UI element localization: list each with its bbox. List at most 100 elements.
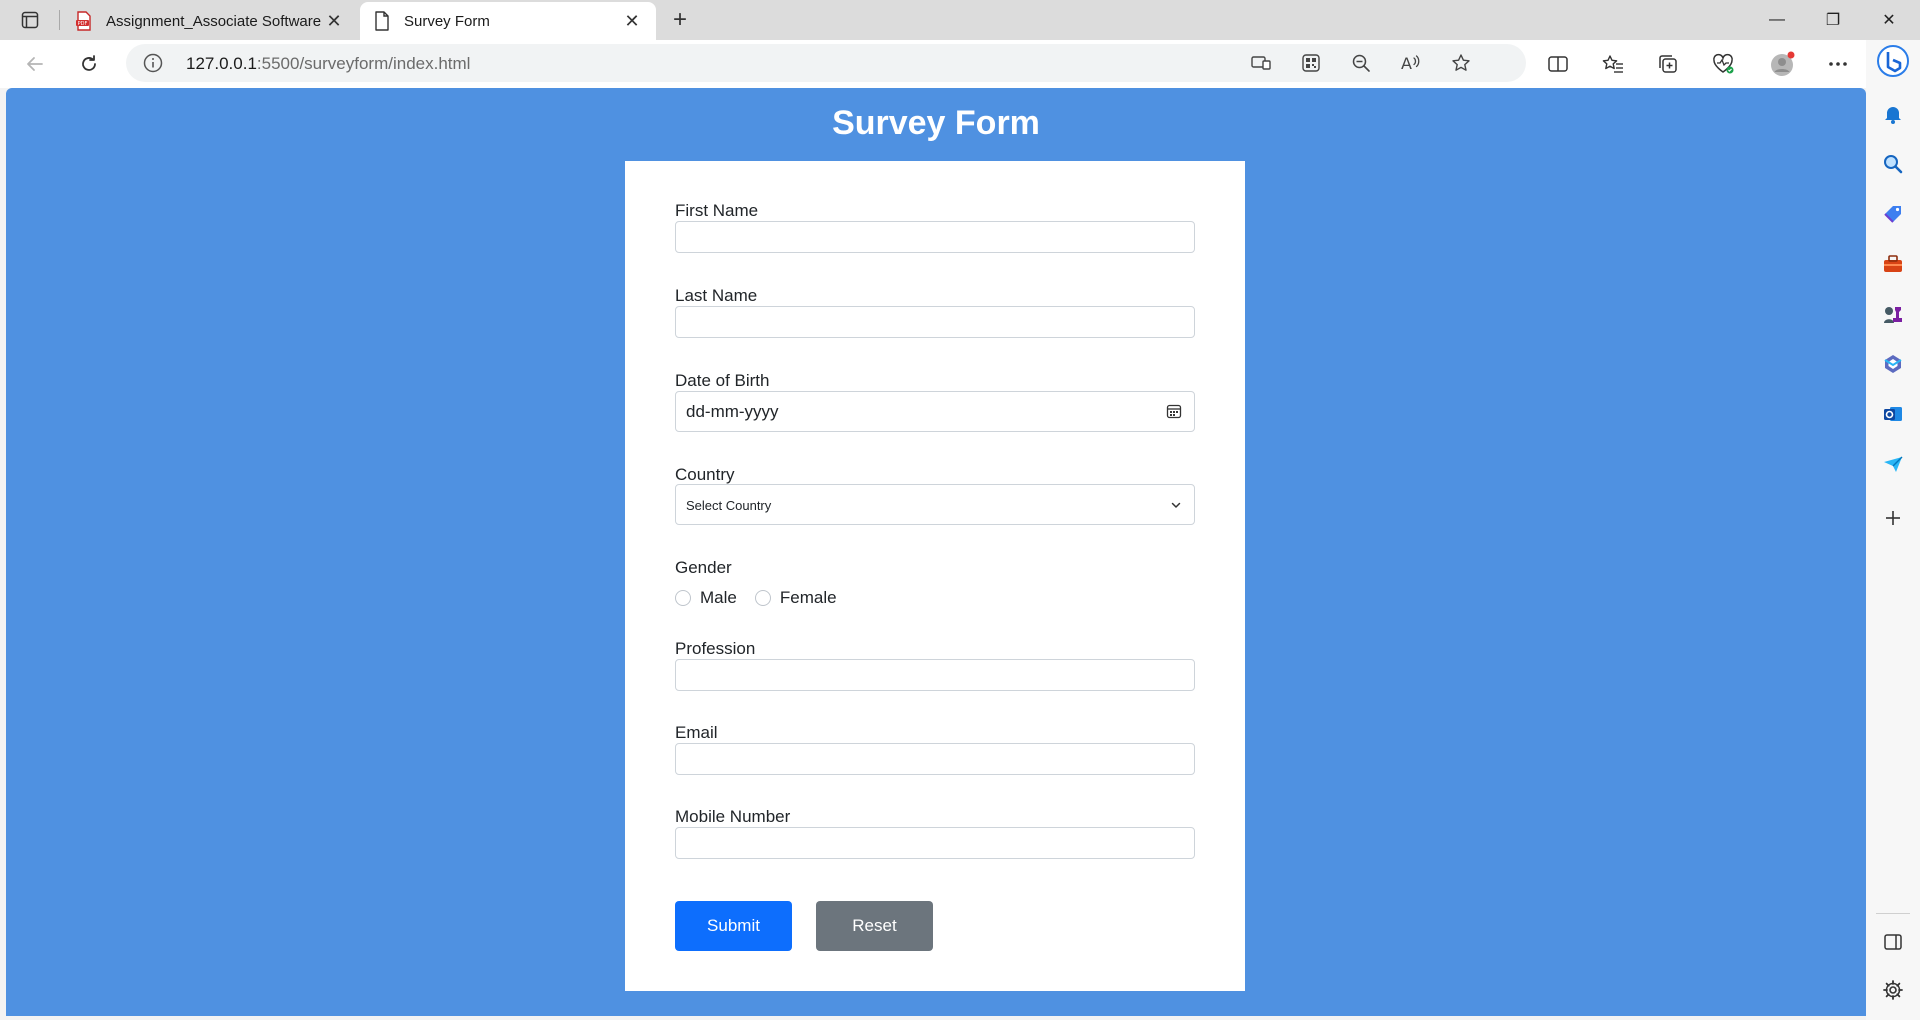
page-title: Survey Form (832, 104, 1040, 142)
read-aloud-icon[interactable]: A (1398, 51, 1424, 75)
sidebar-separator (1876, 913, 1910, 914)
browser-toolbar: 127.0.0.1:5500/surveyform/index.html A (0, 40, 1920, 88)
customize-sidebar-button[interactable] (1879, 504, 1907, 532)
back-arrow-icon (27, 57, 43, 71)
profile-button[interactable] (1766, 48, 1800, 80)
url-host: 127.0.0.1 (186, 54, 257, 73)
gear-icon (1883, 980, 1903, 1000)
microsoft-365-button[interactable] (1879, 350, 1907, 378)
copilot-button[interactable] (1876, 44, 1910, 78)
email-label: Email (675, 723, 718, 742)
drop-button[interactable] (1879, 450, 1907, 478)
tools-button[interactable] (1879, 250, 1907, 278)
edge-sidebar (1866, 40, 1920, 1020)
tab-actions-icon (21, 11, 39, 29)
gender-radio-male[interactable] (675, 590, 691, 606)
dob-placeholder: dd-mm-yyyy (686, 402, 779, 421)
reset-button[interactable]: Reset (816, 901, 933, 951)
mobile-number-input[interactable] (675, 827, 1195, 859)
page-icon (372, 11, 392, 31)
restore-button[interactable]: ❐ (1806, 0, 1860, 40)
split-screen-icon (1548, 56, 1568, 72)
tag-icon (1884, 206, 1901, 223)
plus-icon (1886, 511, 1900, 525)
sidebar-settings-button[interactable] (1879, 976, 1907, 1004)
split-screen-button[interactable] (1541, 48, 1575, 80)
submit-button[interactable]: Submit (675, 901, 792, 951)
minimize-button[interactable]: — (1750, 0, 1804, 40)
gender-options: Male Female (675, 588, 855, 608)
search-icon (1884, 155, 1903, 174)
first-name-input[interactable] (675, 221, 1195, 253)
app-available-icon[interactable] (1248, 51, 1274, 75)
games-button[interactable] (1879, 300, 1907, 328)
survey-form-card: First Name Last Name Date of Birth dd-mm… (625, 161, 1245, 991)
tab-assignment-pdf[interactable]: PDF Assignment_Associate Software E ✕ (62, 2, 358, 40)
refresh-button[interactable] (72, 48, 106, 80)
bell-icon (1885, 107, 1901, 124)
new-tab-button[interactable]: + (664, 6, 696, 34)
toolbox-icon (1884, 255, 1902, 272)
notifications-button[interactable] (1879, 100, 1907, 128)
page-viewport: Survey Form First Name Last Name Date of… (6, 88, 1866, 1016)
settings-and-more-button[interactable] (1821, 48, 1855, 80)
chess-piece-icon (1884, 307, 1902, 323)
heart-pulse-icon (1713, 53, 1734, 74)
calendar-icon[interactable] (1166, 403, 1182, 419)
collections-button[interactable] (1651, 48, 1685, 80)
chevron-down-icon (1171, 502, 1181, 508)
profession-label: Profession (675, 639, 756, 658)
last-name-input[interactable] (675, 306, 1195, 338)
gender-radio-female[interactable] (754, 590, 771, 606)
hide-sidebar-button[interactable] (1879, 928, 1907, 956)
sidebar-panel-icon (1884, 934, 1902, 950)
favorites-icon (1602, 55, 1623, 73)
more-dots-icon (1829, 62, 1847, 66)
window-close-button[interactable]: ✕ (1862, 0, 1916, 40)
dob-input[interactable]: dd-mm-yyyy (675, 391, 1195, 432)
first-name-label: First Name (675, 201, 759, 220)
back-button[interactable] (18, 48, 52, 80)
qr-code-icon[interactable] (1298, 51, 1324, 75)
url-path: :5500/surveyform/index.html (256, 54, 471, 73)
outlook-button[interactable] (1879, 400, 1907, 428)
favorites-button[interactable] (1596, 48, 1630, 80)
country-selected-value: Select Country (686, 498, 772, 513)
svg-text:PDF: PDF (78, 21, 88, 27)
refresh-icon (82, 55, 96, 71)
zoom-out-icon[interactable] (1348, 51, 1374, 75)
tab-actions-button[interactable] (10, 6, 50, 34)
pdf-icon: PDF (74, 11, 94, 31)
shopping-button[interactable] (1879, 200, 1907, 228)
outlook-icon (1884, 407, 1902, 421)
address-bar[interactable]: 127.0.0.1:5500/surveyform/index.html A (126, 44, 1526, 82)
last-name-label: Last Name (675, 286, 758, 305)
svg-text:A: A (1401, 54, 1412, 73)
favorite-star-icon[interactable] (1448, 51, 1474, 75)
tab-survey-form[interactable]: Survey Form ✕ (360, 2, 656, 40)
email-input[interactable] (675, 743, 1195, 775)
tab-separator (59, 10, 60, 30)
country-label: Country (675, 465, 735, 484)
paper-plane-icon (1884, 456, 1903, 472)
browser-essentials-button[interactable] (1706, 48, 1740, 80)
gender-option-label: Male (700, 588, 737, 607)
tab-title: Survey Form (404, 12, 490, 30)
microsoft-365-icon (1884, 355, 1902, 373)
site-info-icon[interactable] (142, 52, 164, 74)
copilot-icon (1877, 45, 1909, 77)
avatar-icon (1771, 51, 1795, 76)
profession-input[interactable] (675, 659, 1195, 691)
dob-label: Date of Birth (675, 371, 770, 390)
search-sidebar-button[interactable] (1879, 150, 1907, 178)
collections-icon (1659, 55, 1677, 73)
country-select[interactable]: Select Country (675, 484, 1195, 525)
mobile-number-label: Mobile Number (675, 807, 791, 826)
gender-label: Gender (675, 558, 732, 577)
gender-option-label: Female (779, 588, 837, 607)
tab-strip: PDF Assignment_Associate Software E ✕ Su… (0, 0, 1920, 40)
tab-close-button[interactable]: ✕ (620, 9, 644, 33)
tab-title: Assignment_Associate Software E (106, 12, 322, 30)
tab-close-button[interactable]: ✕ (322, 9, 346, 33)
url-text[interactable]: 127.0.0.1:5500/surveyform/index.html (186, 54, 470, 74)
